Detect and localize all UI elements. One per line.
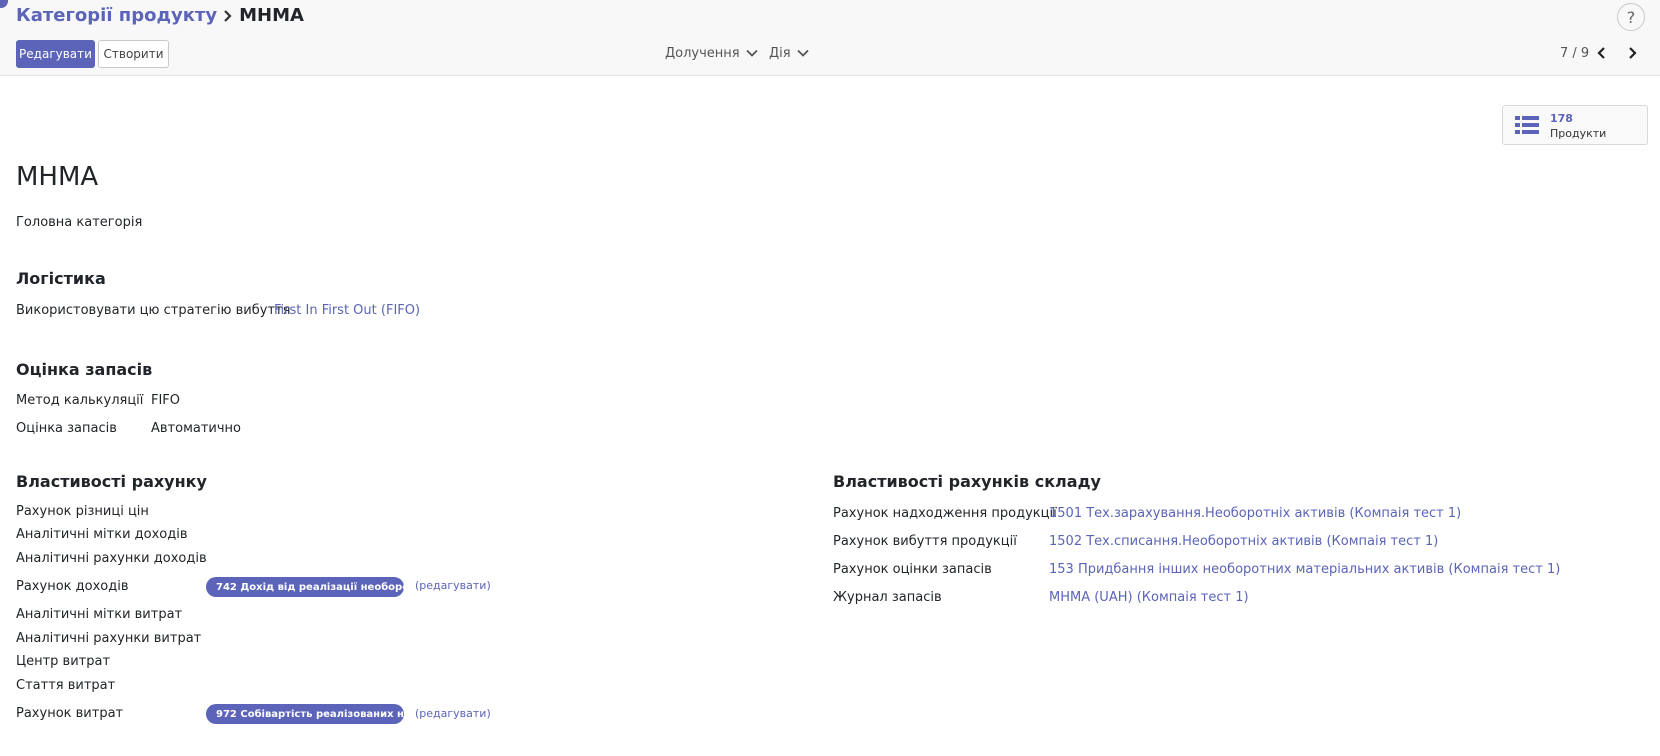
products-smart-button[interactable]: 178 Продукти <box>1502 105 1648 145</box>
expense-account-label: Рахунок витрат <box>16 706 124 721</box>
products-label: Продукти <box>1550 127 1607 140</box>
expense-analytic-accounts-label: Аналітичні рахунки витрат <box>16 631 202 646</box>
stock-valuation-account-label: Рахунок оцінки запасів <box>833 562 992 577</box>
expense-item-label: Стаття витрат <box>16 678 116 693</box>
removal-strategy-label: Використовувати цю стратегію вибуття <box>16 303 291 318</box>
stock-valuation-account-link[interactable]: 153 Придбання інших необоротних матеріал… <box>1049 562 1560 577</box>
chevron-right-icon <box>1627 44 1637 63</box>
valuation-section-title: Оцінка запасів <box>16 360 153 379</box>
chevron-down-icon <box>796 46 809 61</box>
attachments-dropdown-label: Долучення <box>665 46 740 61</box>
breadcrumb-current: МНМА <box>239 5 304 26</box>
chevron-down-icon <box>745 46 758 61</box>
pager-previous-button[interactable] <box>1593 44 1611 62</box>
stock-journal-label: Журнал запасів <box>833 590 942 605</box>
cost-method-label: Метод калькуляції <box>16 393 144 408</box>
cost-method-value: FIFO <box>151 393 181 408</box>
stock-journal-link[interactable]: МНМА (UAH) (Компаія тест 1) <box>1049 590 1249 605</box>
chevron-left-icon <box>1597 44 1607 63</box>
action-dropdown[interactable]: Дія <box>769 46 809 61</box>
pager-value[interactable]: 7 / 9 <box>1560 46 1589 61</box>
record-title: МНМА <box>16 162 99 192</box>
cost-center-label: Центр витрат <box>16 654 111 669</box>
income-account-edit-link[interactable]: (редагувати) <box>415 579 491 592</box>
edit-button[interactable]: Редагувати <box>16 40 95 68</box>
chevron-right-icon <box>223 9 233 23</box>
income-analytic-tags-label: Аналітичні мітки доходів <box>16 527 188 542</box>
stock-output-account-label: Рахунок вибуття продукції <box>833 534 1017 549</box>
parent-category-label: Головна категорія <box>16 215 143 230</box>
action-dropdown-label: Дія <box>769 46 791 61</box>
stock-accounts-title: Властивості рахунків складу <box>833 472 1101 491</box>
products-count: 178 <box>1550 112 1573 125</box>
logistics-section-title: Логістика <box>16 269 106 288</box>
valuation-label: Оцінка запасів <box>16 421 117 436</box>
valuation-value: Автоматично <box>151 421 242 436</box>
expense-analytic-tags-label: Аналітичні мітки витрат <box>16 607 183 622</box>
expense-account-edit-link[interactable]: (редагувати) <box>415 707 491 720</box>
debug-icon[interactable] <box>0 0 8 8</box>
list-icon <box>1515 115 1539 139</box>
removal-strategy-link[interactable]: First In First Out (FIFO) <box>274 303 420 318</box>
stock-input-account-label: Рахунок надходження продукції <box>833 506 1057 521</box>
control-panel: Категорії продукту МНМА ? Редагувати Ств… <box>0 0 1660 76</box>
help-icon: ? <box>1626 7 1636 27</box>
stock-output-account-link[interactable]: 1502 Тех.списання.Необоротніх активів (К… <box>1049 534 1438 549</box>
pager-next-button[interactable] <box>1623 44 1641 62</box>
help-button[interactable]: ? <box>1617 3 1645 31</box>
attachments-dropdown[interactable]: Долучення <box>665 46 758 61</box>
stock-input-account-link[interactable]: 1501 Тех.зарахування.Необоротніх активів… <box>1049 506 1461 521</box>
income-analytic-accounts-label: Аналітичні рахунки доходів <box>16 551 207 566</box>
breadcrumb-parent-link[interactable]: Категорії продукту <box>16 5 217 26</box>
breadcrumb: Категорії продукту МНМА <box>16 5 304 26</box>
create-button[interactable]: Створити <box>98 40 169 68</box>
account-properties-title: Властивості рахунку <box>16 472 207 491</box>
expense-account-tag[interactable]: 972 Собівартість реалізованих необ... <box>206 704 404 724</box>
income-account-label: Рахунок доходів <box>16 579 129 594</box>
income-account-tag[interactable]: 742 Дохід від реалізації необоротн... <box>206 577 404 597</box>
price-difference-account-label: Рахунок різниці цін <box>16 504 149 519</box>
